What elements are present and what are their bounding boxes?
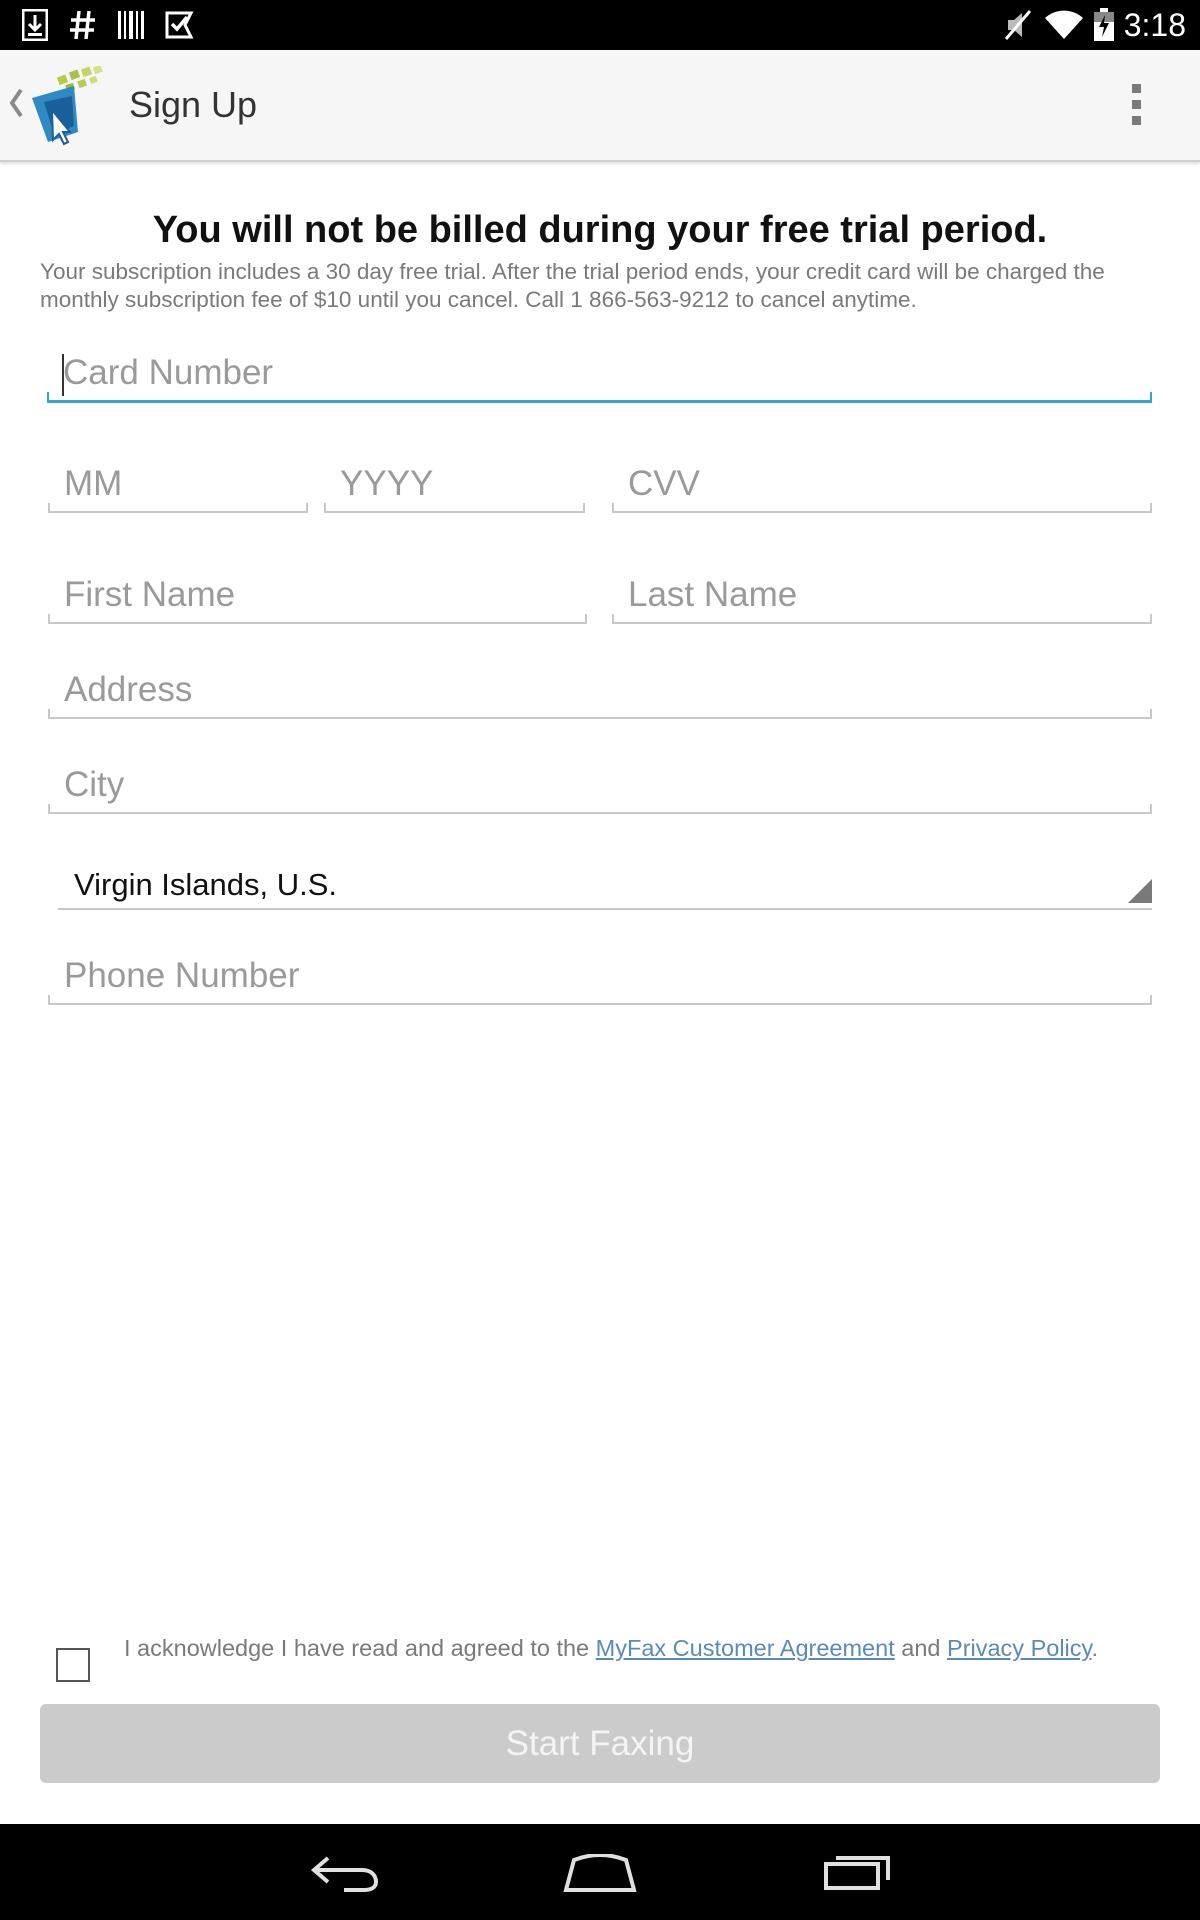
agreement-checkbox[interactable] (56, 1648, 90, 1682)
cvv-field[interactable] (612, 461, 1152, 513)
city-field[interactable] (48, 762, 1152, 814)
agreement-suffix: . (1091, 1635, 1099, 1661)
battery-icon (1092, 8, 1116, 42)
card-number-field[interactable] (47, 350, 1152, 403)
phone-number-input[interactable] (64, 953, 1144, 999)
action-bar: Sign Up (0, 50, 1200, 162)
first-name-field[interactable] (48, 572, 587, 624)
privacy-policy-link[interactable]: Privacy Policy (947, 1635, 1092, 1661)
text-cursor (62, 354, 64, 396)
back-caret-icon[interactable] (8, 86, 24, 125)
expiry-month-field[interactable] (48, 461, 308, 513)
country-select[interactable]: Virgin Islands, U.S. (58, 862, 1152, 910)
back-icon[interactable] (308, 1852, 380, 1899)
last-name-field[interactable] (612, 572, 1152, 624)
agreement-middle: and (894, 1635, 948, 1661)
hash-icon (68, 8, 98, 42)
navigation-bar (0, 1824, 1200, 1920)
myfax-logo-icon[interactable] (30, 64, 114, 146)
overflow-menu-icon[interactable] (1120, 84, 1152, 132)
status-time: 3:18 (1123, 7, 1186, 43)
check-ticket-icon (164, 8, 196, 42)
address-field[interactable] (48, 667, 1152, 719)
card-number-input[interactable] (63, 350, 1144, 396)
recents-icon[interactable] (822, 1852, 892, 1897)
city-input[interactable] (64, 762, 1144, 808)
expiry-year-field[interactable] (324, 461, 585, 513)
mute-icon (1003, 8, 1033, 42)
agreement-prefix: I acknowledge I have read and agreed to … (124, 1635, 596, 1661)
wifi-icon (1044, 8, 1084, 42)
trial-description: Your subscription includes a 30 day free… (40, 259, 1105, 312)
customer-agreement-link[interactable]: MyFax Customer Agreement (596, 1635, 895, 1661)
expiry-month-input[interactable] (64, 461, 300, 507)
status-bar: 3:18 (0, 0, 1200, 50)
country-selected-value: Virgin Islands, U.S. (74, 867, 338, 902)
home-icon[interactable] (562, 1853, 638, 1897)
cvv-input[interactable] (628, 461, 1144, 507)
phone-number-field[interactable] (48, 953, 1152, 1005)
expiry-year-input[interactable] (340, 461, 577, 507)
address-input[interactable] (64, 667, 1144, 713)
download-icon (20, 8, 50, 42)
dropdown-arrow-icon (1128, 879, 1152, 908)
trial-heading: You will not be billed during your free … (152, 209, 1048, 251)
first-name-input[interactable] (64, 572, 579, 618)
page-title: Sign Up (129, 84, 258, 125)
last-name-input[interactable] (628, 572, 1144, 618)
barcode-icon (116, 8, 146, 42)
start-faxing-button[interactable]: Start Faxing (40, 1704, 1160, 1783)
agreement-text: I acknowledge I have read and agreed to … (124, 1633, 1174, 1663)
